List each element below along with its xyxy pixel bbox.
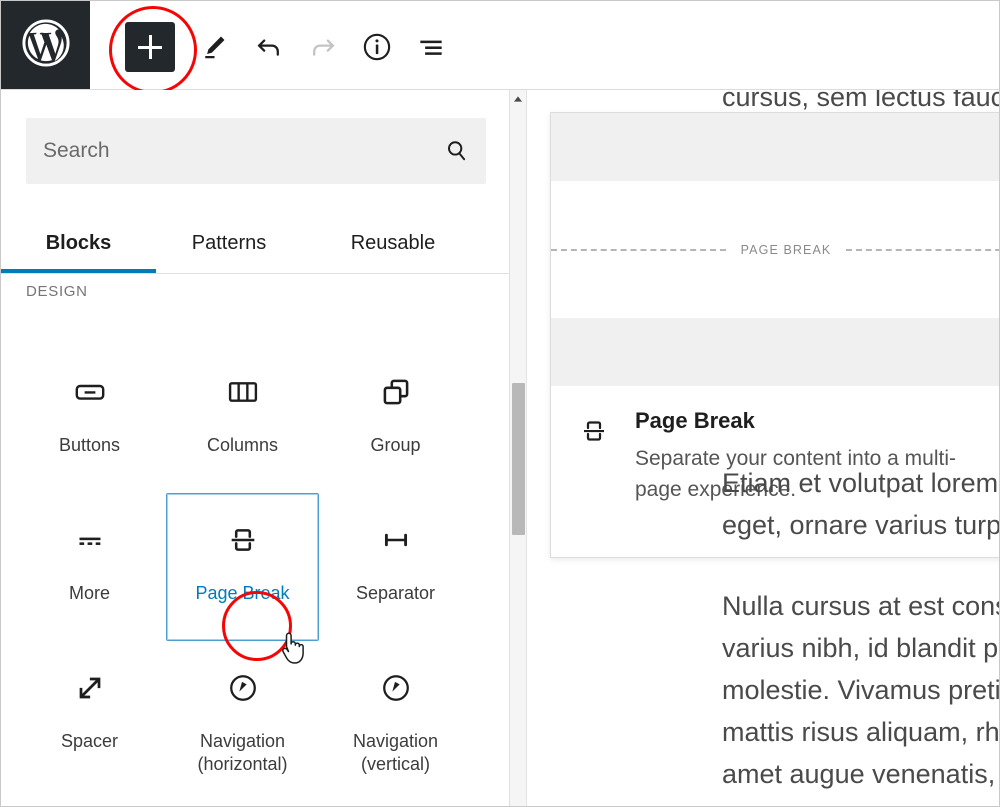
paragraph-line: Nulla cursus at est conse <box>722 591 1000 621</box>
document-paragraph[interactable]: Etiam et volutpat lorem. eget, ornare va… <box>722 462 1000 546</box>
block-label: Page Break <box>195 583 290 603</box>
columns-icon <box>221 370 265 414</box>
plus-icon <box>138 35 162 59</box>
redo-icon-button[interactable] <box>303 27 343 67</box>
inserter-tabs: Blocks Patterns Reusable <box>1 214 509 274</box>
block-label: Buttons <box>58 435 121 455</box>
block-label: Group <box>370 435 421 455</box>
block-label: Columns <box>206 435 279 455</box>
group-icon <box>374 370 418 414</box>
block-grid-row: More Page Break Separator <box>13 493 497 641</box>
document-paragraph[interactable]: Nulla cursus at est conse varius nibh, i… <box>722 585 1000 795</box>
wordpress-block-editor: Blocks Patterns Reusable DESIGN <box>0 0 1000 807</box>
inserter-scrollbar[interactable] <box>510 90 527 806</box>
scroll-up-arrow-icon[interactable] <box>510 90 526 108</box>
block-label: More <box>68 583 110 603</box>
block-label: Separator <box>355 583 436 603</box>
search-input[interactable] <box>26 118 486 184</box>
edit-pencil-icon-button[interactable] <box>195 27 235 67</box>
tab-reusable[interactable]: Reusable <box>302 214 484 273</box>
paragraph-line: amet augue venenatis, fr <box>722 759 1000 789</box>
clipped-paragraph-text: cursus, sem lectus faucib <box>722 90 1000 112</box>
search-icon <box>444 138 470 164</box>
tab-blocks[interactable]: Blocks <box>1 214 156 273</box>
preview-placeholder-band <box>551 113 999 181</box>
block-item-more[interactable]: More <box>13 493 166 641</box>
list-view-icon-button[interactable] <box>411 27 451 67</box>
undo-icon <box>253 31 285 63</box>
page-break-divider-label: PAGE BREAK <box>740 242 832 257</box>
editor-canvas: cursus, sem lectus faucib PAGE BREAK Pag… <box>528 90 1000 806</box>
block-inserter-panel: Blocks Patterns Reusable DESIGN <box>1 90 510 806</box>
block-preview-title: Page Break <box>635 408 755 433</box>
edit-pencil-icon <box>200 32 230 62</box>
page-break-icon <box>579 414 609 448</box>
info-icon <box>361 31 393 63</box>
page-break-preview: PAGE BREAK <box>551 181 999 318</box>
block-label: Navigation (vertical) <box>352 731 439 775</box>
block-item-page-break[interactable]: Page Break <box>166 493 319 641</box>
paragraph-line: Etiam et volutpat lorem. <box>722 468 1000 498</box>
wordpress-logo-icon <box>21 18 71 73</box>
tab-blocks-label: Blocks <box>45 232 112 254</box>
page-break-dash-right <box>846 248 999 251</box>
info-icon-button[interactable] <box>357 27 397 67</box>
wordpress-logo-button[interactable] <box>1 1 90 89</box>
page-break-dash-left <box>551 248 726 251</box>
paragraph-line: molestie. Vivamus pretiu <box>722 675 1000 705</box>
block-grid: Buttons Columns Group More Page Break Se… <box>13 345 497 789</box>
block-item-spacer[interactable]: Spacer <box>13 641 166 789</box>
navigation-icon <box>221 666 265 710</box>
block-item-navigation-vertical[interactable]: Navigation (vertical) <box>319 641 472 789</box>
tab-patterns[interactable]: Patterns <box>156 214 302 273</box>
scrollbar-thumb[interactable] <box>512 383 525 535</box>
tab-patterns-label: Patterns <box>191 232 267 254</box>
block-label: Spacer <box>60 731 119 751</box>
block-label: Navigation (horizontal) <box>197 731 288 775</box>
tab-reusable-label: Reusable <box>350 232 436 254</box>
redo-icon <box>307 31 339 63</box>
section-heading-design: DESIGN <box>26 283 88 300</box>
paragraph-line: varius nibh, id blandit pu <box>722 633 1000 663</box>
search-box[interactable] <box>26 118 486 184</box>
search-area <box>26 118 486 184</box>
block-item-group[interactable]: Group <box>319 345 472 493</box>
undo-icon-button[interactable] <box>249 27 289 67</box>
editor-toolbar <box>1 1 999 94</box>
paragraph-line: mattis risus aliquam, rho <box>722 717 1000 747</box>
block-item-separator[interactable]: Separator <box>319 493 472 641</box>
block-grid-row: Spacer Navigation (horizontal) Navigatio… <box>13 641 497 789</box>
spacer-icon <box>68 666 112 710</box>
list-view-icon <box>415 31 447 63</box>
paragraph-line: eget, ornare varius turpis <box>722 510 1000 540</box>
block-item-buttons[interactable]: Buttons <box>13 345 166 493</box>
page-break-icon <box>221 518 265 562</box>
block-item-navigation-horizontal[interactable]: Navigation (horizontal) <box>166 641 319 789</box>
buttons-icon <box>68 370 112 414</box>
preview-placeholder-band <box>551 318 999 386</box>
more-icon <box>68 518 112 562</box>
block-item-columns[interactable]: Columns <box>166 345 319 493</box>
block-inserter-toggle-button[interactable] <box>125 22 175 72</box>
separator-icon <box>374 518 418 562</box>
block-grid-row: Buttons Columns Group <box>13 345 497 493</box>
navigation-icon <box>374 666 418 710</box>
